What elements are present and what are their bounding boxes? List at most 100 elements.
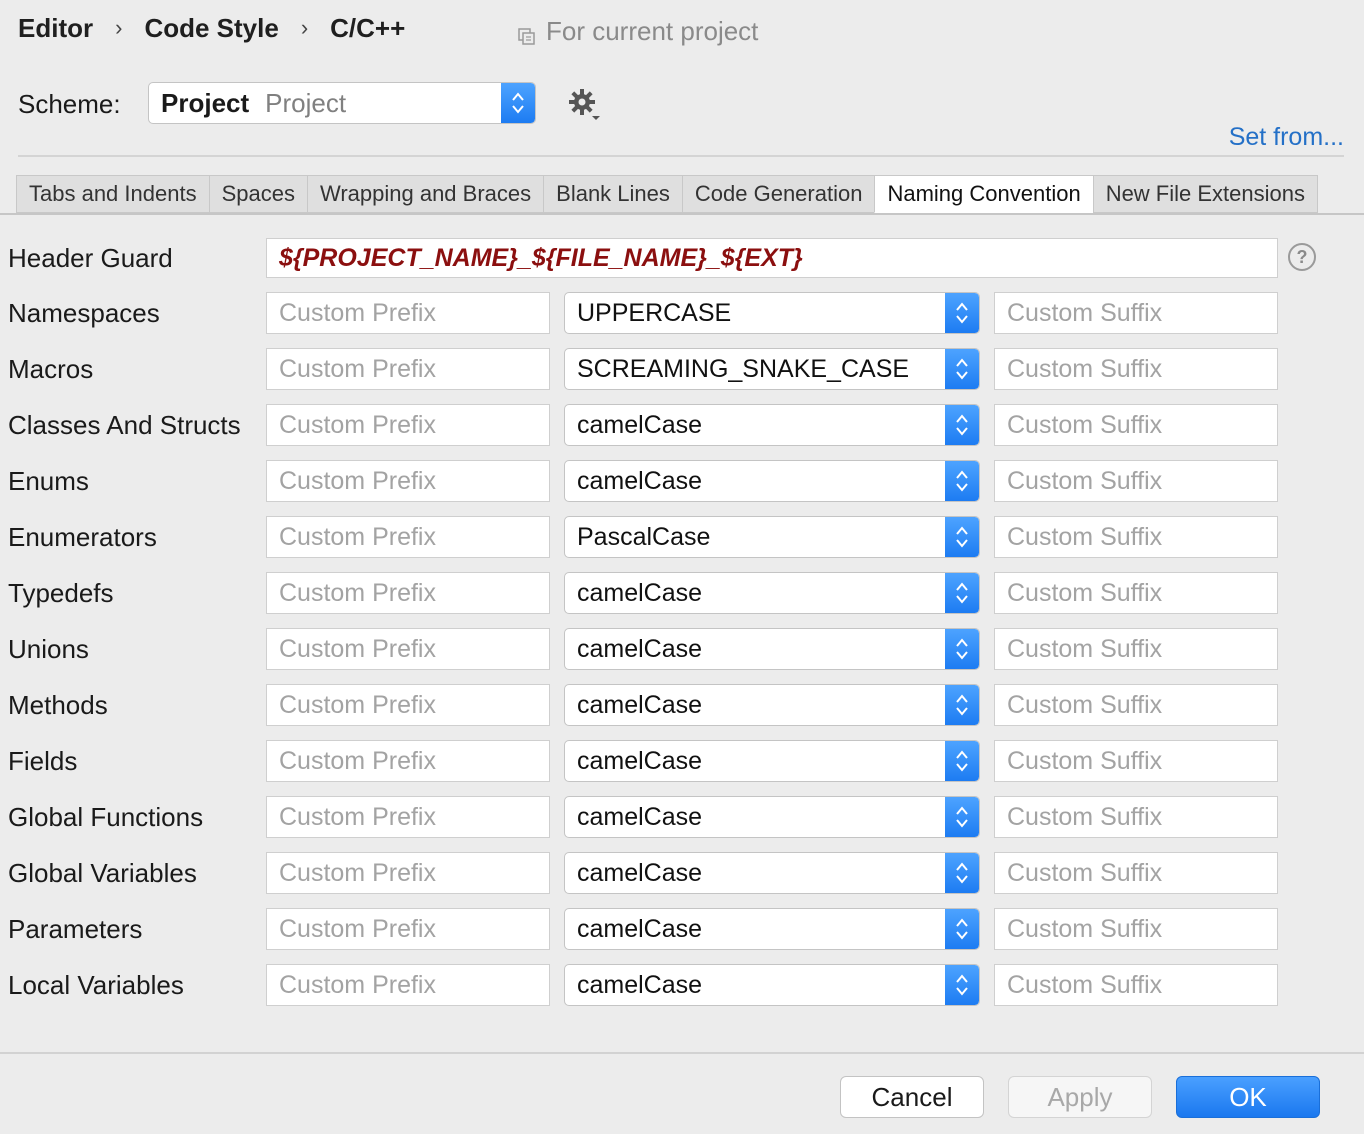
custom-prefix-input[interactable] [266,460,550,502]
custom-suffix-input[interactable] [994,516,1278,558]
custom-suffix-input[interactable] [994,404,1278,446]
chevron-updown-icon[interactable] [945,629,979,669]
chevron-updown-icon[interactable] [945,797,979,837]
row-label: Macros [8,353,94,384]
chevron-updown-icon[interactable] [945,853,979,893]
chevron-updown-icon[interactable] [945,685,979,725]
set-from-link[interactable]: Set from... [1229,120,1344,154]
breadcrumb-item-editor[interactable]: Editor [18,13,93,44]
custom-suffix-input[interactable] [994,908,1278,950]
row-label: Global Variables [8,857,197,888]
case-select[interactable]: camelCase [564,572,980,614]
case-select[interactable]: camelCase [564,740,980,782]
case-select-value: camelCase [577,578,703,607]
case-select-value: camelCase [577,466,703,495]
header-guard-label: Header Guard [8,242,173,273]
custom-suffix-input[interactable] [994,684,1278,726]
naming-row-namespaces: Namespaces UPPERCASE [0,292,1364,334]
custom-prefix-input[interactable] [266,684,550,726]
chevron-updown-icon[interactable] [945,573,979,613]
breadcrumb-separator: › [115,15,123,40]
custom-suffix-input[interactable] [994,796,1278,838]
case-select-value: camelCase [577,746,703,775]
case-select[interactable]: camelCase [564,796,980,838]
case-select[interactable]: PascalCase [564,516,980,558]
case-select-value: SCREAMING_SNAKE_CASE [577,354,910,383]
custom-prefix-input[interactable] [266,628,550,670]
chevron-updown-icon[interactable] [945,405,979,445]
help-icon[interactable]: ? [1288,243,1316,271]
apply-button[interactable]: Apply [1008,1076,1152,1118]
tab-naming-convention[interactable]: Naming Convention [874,175,1093,213]
case-select[interactable]: camelCase [564,404,980,446]
cancel-button[interactable]: Cancel [840,1076,984,1118]
case-select[interactable]: camelCase [564,628,980,670]
case-select-value: camelCase [577,970,703,999]
tab-tabs-and-indents[interactable]: Tabs and Indents [16,175,209,213]
tab-new-file-extensions[interactable]: New File Extensions [1092,175,1318,213]
breadcrumb-item-cpp: C/C++ [330,12,406,43]
case-select[interactable]: SCREAMING_SNAKE_CASE [564,348,980,390]
row-label: Local Variables [8,969,184,1000]
chevron-updown-icon[interactable] [945,517,979,557]
row-label: Namespaces [8,297,160,328]
chevron-updown-icon[interactable] [945,461,979,501]
custom-prefix-input[interactable] [266,292,550,334]
tab-code-generation[interactable]: Code Generation [681,175,875,213]
ok-button[interactable]: OK [1176,1076,1320,1118]
custom-prefix-input[interactable] [266,516,550,558]
scheme-select[interactable]: Project Project [148,82,536,124]
case-select-value: camelCase [577,634,703,663]
case-select[interactable]: camelCase [564,684,980,726]
naming-row-methods: Methods camelCase [0,684,1364,726]
header-guard-field[interactable]: ${PROJECT_NAME}_${FILE_NAME}_${EXT} [266,238,1278,278]
naming-row-enumerators: Enumerators PascalCase [0,516,1364,558]
custom-prefix-input[interactable] [266,348,550,390]
custom-suffix-input[interactable] [994,572,1278,614]
row-label: Enumerators [8,521,157,552]
case-select[interactable]: camelCase [564,964,980,1006]
custom-suffix-input[interactable] [994,740,1278,782]
row-label: Classes And Structs [8,409,241,440]
case-select-value: camelCase [577,802,703,831]
naming-row-classes-and-structs: Classes And Structs camelCase [0,404,1364,446]
custom-suffix-input[interactable] [994,348,1278,390]
case-select[interactable]: UPPERCASE [564,292,980,334]
copy-icon [518,22,536,45]
custom-prefix-input[interactable] [266,908,550,950]
custom-prefix-input[interactable] [266,852,550,894]
custom-prefix-input[interactable] [266,572,550,614]
tab-wrapping-and-braces[interactable]: Wrapping and Braces [306,175,544,213]
custom-suffix-input[interactable] [994,964,1278,1006]
custom-suffix-input[interactable] [994,852,1278,894]
tab-bar: Tabs and Indents Spaces Wrapping and Bra… [16,175,1318,213]
chevron-updown-icon[interactable] [945,741,979,781]
custom-prefix-input[interactable] [266,796,550,838]
chevron-updown-icon[interactable] [501,83,535,123]
breadcrumb-item-code-style[interactable]: Code Style [144,13,278,44]
custom-prefix-input[interactable] [266,740,550,782]
case-select[interactable]: camelCase [564,460,980,502]
divider [18,155,1344,157]
chevron-updown-icon[interactable] [945,909,979,949]
naming-row-unions: Unions camelCase [0,628,1364,670]
row-label: Global Functions [8,801,204,832]
naming-row-typedefs: Typedefs camelCase [0,572,1364,614]
tab-blank-lines[interactable]: Blank Lines [543,175,682,213]
chevron-updown-icon[interactable] [945,965,979,1005]
chevron-updown-icon[interactable] [945,293,979,333]
for-current-project-hint: For current project [518,12,758,50]
chevron-updown-icon[interactable] [945,349,979,389]
naming-row-global-variables: Global Variables camelCase [0,852,1364,894]
divider [0,1052,1364,1054]
custom-prefix-input[interactable] [266,964,550,1006]
custom-suffix-input[interactable] [994,292,1278,334]
case-select[interactable]: camelCase [564,852,980,894]
row-label: Parameters [8,913,143,944]
case-select[interactable]: camelCase [564,908,980,950]
custom-suffix-input[interactable] [994,628,1278,670]
custom-prefix-input[interactable] [266,404,550,446]
custom-suffix-input[interactable] [994,460,1278,502]
gear-icon[interactable] [566,86,602,122]
tab-spaces[interactable]: Spaces [208,175,307,213]
